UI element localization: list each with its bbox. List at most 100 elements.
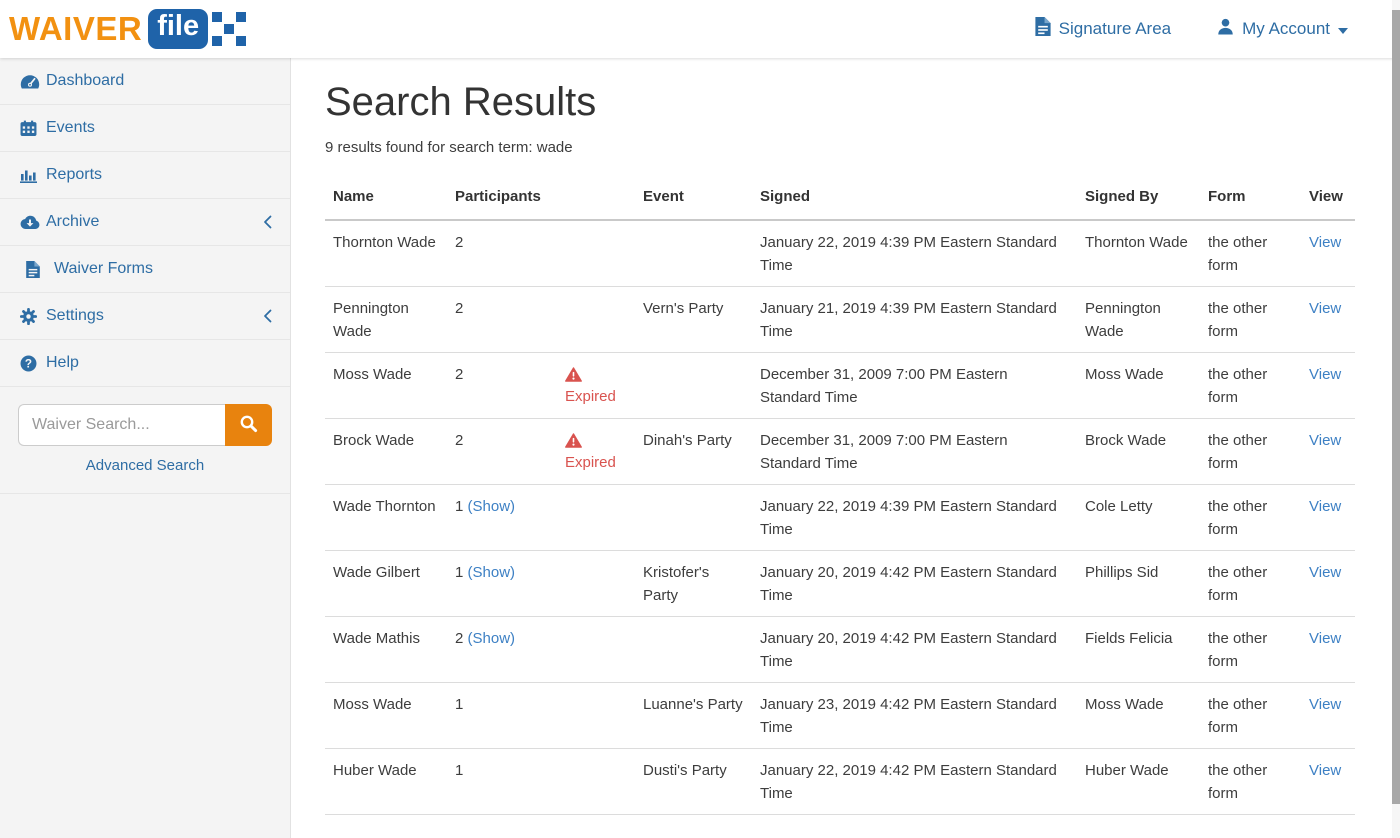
participant-count: 2 <box>455 432 463 449</box>
cell-signed-by: Thornton Wade <box>1077 220 1200 287</box>
show-participants-link[interactable]: (Show) <box>468 564 516 581</box>
search-button[interactable] <box>225 404 272 446</box>
cell-signed-by: Moss Wade <box>1077 353 1200 419</box>
logo-checker-icon <box>212 12 246 46</box>
topbar: WAIVER file Signature Area My Account <box>0 0 1400 58</box>
sidebar-item-dashboard[interactable]: Dashboard <box>0 58 290 105</box>
cell-event: Vern's Party <box>635 287 752 353</box>
participant-count: 2 <box>455 630 463 647</box>
participant-count: 1 <box>455 696 463 713</box>
scrollbar-thumb[interactable] <box>1392 10 1400 804</box>
cell-view: View <box>1301 617 1355 683</box>
table-row: Wade Mathis2 (Show)January 20, 2019 4:42… <box>325 617 1355 683</box>
table-row: Brock Wade2ExpiredDinah's PartyDecember … <box>325 419 1355 485</box>
cell-participants: 2 <box>447 353 557 419</box>
waiver-search-input[interactable] <box>18 404 225 446</box>
cell-event <box>635 617 752 683</box>
cell-event <box>635 485 752 551</box>
cell-name: Brock Wade <box>325 419 447 485</box>
sidebar-item-archive[interactable]: Archive <box>0 199 290 246</box>
cell-event: Kristofer's Party <box>635 551 752 617</box>
show-participants-link[interactable]: (Show) <box>468 630 516 647</box>
cell-event <box>635 353 752 419</box>
cell-event: Luanne's Party <box>635 683 752 749</box>
cell-name: Wade Mathis <box>325 617 447 683</box>
cell-view: View <box>1301 749 1355 815</box>
results-summary: 9 results found for search term: wade <box>325 139 1392 156</box>
cell-view: View <box>1301 683 1355 749</box>
cell-signed-by: Huber Wade <box>1077 749 1200 815</box>
header-signed-by: Signed By <box>1077 176 1200 220</box>
sidebar-item-reports[interactable]: Reports <box>0 152 290 199</box>
header-view: View <box>1301 176 1355 220</box>
cell-name: Moss Wade <box>325 683 447 749</box>
view-link[interactable]: View <box>1309 696 1341 713</box>
participant-count: 1 <box>455 564 463 581</box>
file-icon <box>26 261 54 278</box>
sidebar-item-help[interactable]: ? Help <box>0 340 290 387</box>
cell-view: View <box>1301 287 1355 353</box>
participant-count: 2 <box>455 234 463 251</box>
my-account-label: My Account <box>1242 19 1330 39</box>
chevron-left-icon <box>263 215 272 229</box>
cell-status <box>557 683 635 749</box>
view-link[interactable]: View <box>1309 366 1341 383</box>
view-link[interactable]: View <box>1309 762 1341 779</box>
view-link[interactable]: View <box>1309 300 1341 317</box>
participant-count: 2 <box>455 300 463 317</box>
header-signed: Signed <box>752 176 1077 220</box>
cell-status: Expired <box>557 419 635 485</box>
logo-text-file: file <box>148 9 208 49</box>
view-link[interactable]: View <box>1309 564 1341 581</box>
cell-form: the other form <box>1200 683 1301 749</box>
cell-signed-by: Brock Wade <box>1077 419 1200 485</box>
warning-icon <box>565 433 582 448</box>
cell-participants: 1 (Show) <box>447 485 557 551</box>
view-link[interactable]: View <box>1309 630 1341 647</box>
sidebar-item-label: Events <box>46 119 95 137</box>
table-row: Moss Wade2ExpiredDecember 31, 2009 7:00 … <box>325 353 1355 419</box>
view-link[interactable]: View <box>1309 234 1341 251</box>
view-link[interactable]: View <box>1309 498 1341 515</box>
cell-view: View <box>1301 485 1355 551</box>
dashboard-icon <box>20 74 46 89</box>
cell-view: View <box>1301 353 1355 419</box>
chevron-left-icon <box>263 309 272 323</box>
table-header-row: Name Participants Event Signed Signed By… <box>325 176 1355 220</box>
cell-signed-by: Phillips Sid <box>1077 551 1200 617</box>
cell-form: the other form <box>1200 220 1301 287</box>
sidebar-item-label: Settings <box>46 307 104 325</box>
view-link[interactable]: View <box>1309 432 1341 449</box>
document-icon <box>1035 17 1051 41</box>
cell-event: Dinah's Party <box>635 419 752 485</box>
my-account-menu[interactable]: My Account <box>1217 18 1348 40</box>
cell-name: Huber Wade <box>325 749 447 815</box>
cell-view: View <box>1301 551 1355 617</box>
signature-area-link[interactable]: Signature Area <box>1035 17 1171 41</box>
cell-signed: January 22, 2019 4:39 PM Eastern Standar… <box>752 485 1077 551</box>
cell-status <box>557 287 635 353</box>
cell-event: Dusti's Party <box>635 749 752 815</box>
cell-name: Wade Gilbert <box>325 551 447 617</box>
participant-count: 2 <box>455 366 463 383</box>
expired-indicator: Expired <box>565 363 627 408</box>
cell-participants: 1 <box>447 749 557 815</box>
sidebar-item-events[interactable]: Events <box>0 105 290 152</box>
caret-down-icon <box>1338 19 1348 39</box>
cell-participants: 2 <box>447 419 557 485</box>
sidebar-item-settings[interactable]: Settings <box>0 293 290 340</box>
header-name: Name <box>325 176 447 220</box>
scrollbar-track[interactable] <box>1392 0 1400 838</box>
cell-event <box>635 220 752 287</box>
advanced-search-link[interactable]: Advanced Search <box>86 457 204 474</box>
show-participants-link[interactable]: (Show) <box>468 498 516 515</box>
waiverfile-logo[interactable]: WAIVER file <box>9 9 246 49</box>
header-form: Form <box>1200 176 1301 220</box>
table-row: Moss Wade1Luanne's PartyJanuary 23, 2019… <box>325 683 1355 749</box>
cell-status: Expired <box>557 353 635 419</box>
sidebar-item-waiver-forms[interactable]: Waiver Forms <box>0 246 290 293</box>
sidebar-search-area: Advanced Search <box>0 387 290 494</box>
cell-name: Wade Thornton <box>325 485 447 551</box>
expired-label: Expired <box>565 385 627 408</box>
results-table-body: Thornton Wade 2 January 22, 2019 4:39 PM E… <box>325 220 1355 815</box>
